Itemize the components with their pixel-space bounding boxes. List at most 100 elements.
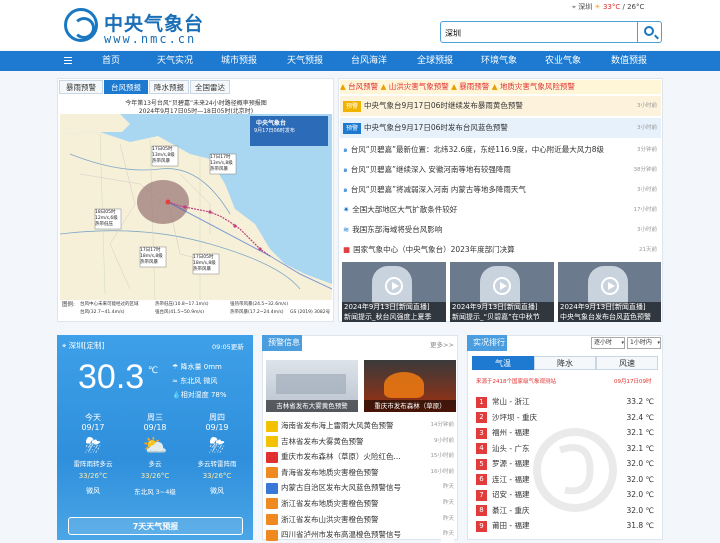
nav-global[interactable]: 全球预报 [410,51,460,71]
warning-time: 14分钟前 [430,422,455,428]
ranking-row[interactable]: 6 连江 - 福建 32.0 ℃ [476,472,658,488]
warning-item[interactable]: 海南省发布海上雷雨大风黄色预警 14分钟前 [266,418,456,434]
ranking-row[interactable]: 2 沙坪坝 - 重庆 32.4 ℃ [476,410,658,426]
nav-observation[interactable]: 天气实况 [150,51,200,71]
nav-city-forecast[interactable]: 城市预报 [214,51,264,71]
probability-area [137,180,189,224]
tab-radar[interactable]: 全国雷达 [190,80,230,94]
day-wind: 微风 [210,487,224,495]
news-title: 我国东部海域将受台风影响 [352,225,443,234]
news-item[interactable]: ✷ 全国大部地区大气扩散条件较好 17小时前 [340,200,661,220]
alert-flash-flood[interactable]: 山洪灾害气象预警 [389,82,449,91]
warning-item[interactable]: 青海省发布地质灾害橙色预警 16小时前 [266,465,456,481]
play-icon [493,277,511,295]
ranking-row[interactable]: 3 福州 - 福建 32.1 ℃ [476,425,658,441]
alert-rainstorm[interactable]: 暴雨预警 [459,82,489,91]
video-thumb[interactable]: 2024年9月13日[新闻直播] 中央气象台发布台风蓝色预警 [558,262,661,322]
seven-day-forecast-button[interactable]: 7天天气预报 [68,517,243,535]
warning-item[interactable]: 四川省泸州市发布高温橙色预警信号 昨天 [266,527,456,543]
video-thumb[interactable]: 2024年9月13日[新闻直播] 新闻提示_秋台风强度上夏季 [342,262,446,322]
alert-icon: ▲ [340,82,346,91]
map-info-5: 17日05时 18m/s,8级 热带风暴 [193,255,216,272]
more-link[interactable]: 更多>> [430,339,454,349]
ranking-row[interactable]: 7 诏安 - 福建 32.0 ℃ [476,487,658,503]
period-select[interactable]: 逐小时 ▾ [591,337,625,349]
warning-item[interactable]: 重庆市发布森林（草原）火险红色... 15小时前 [266,449,456,465]
photo-caption: 吉林省发布大雾黄色预警 [266,400,358,412]
tab-typhoon[interactable]: 台风预报 [104,80,148,94]
rank-value: 32.1 ℃ [626,428,654,437]
news-item[interactable]: 预警 中央气象台9月17日06时继续发布暴雨黄色预警 3小时前 [340,96,661,116]
video-caption: 2024年9月13日[新闻直播] [342,302,446,312]
video-thumb[interactable]: 2024年9月13日[新闻直播] 新闻提示_“贝碧嘉”在中秋节 [450,262,554,322]
news-item[interactable]: ๑台风“贝碧嘉”继续深入 安徽河南等地有较强降雨 38分钟前 [340,160,661,180]
tab-wind-speed[interactable]: 风速 [596,356,658,370]
rank-value: 32.0 ℃ [626,505,654,515]
forecast-day[interactable]: 今天 09/17 ⛈ 雷阵雨转多云 33/26°C 微风 [62,408,124,512]
warning-level-icon [266,420,278,432]
rank-value: 32.4 ℃ [626,412,654,422]
nmc-logo-icon[interactable] [64,8,98,42]
rank-number: 6 [476,474,487,485]
thunderstorm-icon: ⛈ [209,433,225,457]
ranking-row[interactable]: 5 罗源 - 福建 32.0 ℃ [476,456,658,472]
forecast-day[interactable]: 周四 09/19 ⛈ 多云转雷阵雨 33/26°C 微风 [186,408,248,512]
weather-city-name: 深圳[定制] [68,341,105,350]
warning-item[interactable]: 浙江省发布山洪灾害橙色预警 昨天 [266,512,456,528]
warning-item[interactable]: 吉林省发布大雾黄色预警 9小时前 [266,434,456,450]
warning-photo[interactable]: 重庆市发布森林（草原） [364,360,456,412]
menu-icon[interactable] [64,57,72,64]
alert-typhoon[interactable]: 台风预警 [348,82,378,91]
news-item[interactable]: ๑台风“贝碧嘉”最新位置：北纬32.6度，东经116.9度，中心附近最大风力8级… [340,140,661,160]
map-logo-date: 9月17日06时发布 [254,128,295,134]
weather-city[interactable]: ⌖ 深圳[定制] [62,340,104,351]
news-item[interactable]: 预警 中央气象台9月17日06时发布台风蓝色预警 3小时前 [340,118,661,138]
map-info-1: 17日05时 13m/s,8级 热带风暴 [152,147,175,164]
sun-icon: ☀ [594,3,601,11]
rank-number: 9 [476,520,487,532]
nav-typhoon[interactable]: 台风海洋 [344,51,394,71]
ranking-row[interactable]: 8 綦江 - 重庆 32.0 ℃ [476,503,658,519]
ranking-row[interactable]: 9 莆田 - 福建 31.8 ℃ [476,518,658,534]
humidity: 相对湿度 78% [180,391,227,399]
ranking-row[interactable]: 1 常山 - 浙江 33.2 ℃ [476,394,658,410]
sun-icon: ✷ [343,205,350,214]
search-button[interactable] [637,22,661,42]
tab-precipitation[interactable]: 降水预报 [149,80,189,94]
rank-value: 32.0 ℃ [626,474,654,484]
warning-photo[interactable]: 吉林省发布大雾黄色预警 [266,360,358,412]
tab-rainfall[interactable]: 降水 [534,356,596,370]
news-time: 3分钟前 [635,140,657,160]
news-item[interactable]: ≋ 我国东部海域将受台风影响 3小时前 [340,220,661,240]
search-input[interactable] [445,26,635,40]
warning-item[interactable]: 内蒙古自治区发布大风蓝色预警信号 昨天 [266,480,456,496]
legend-label: 图例: [62,302,75,308]
news-time: 17小时前 [633,207,658,213]
nav-environment[interactable]: 环境气象 [474,51,524,71]
nav-agriculture[interactable]: 农业气象 [538,51,588,71]
day-temp: 33/26°C [202,472,232,480]
alert-geologic[interactable]: 地质灾害气象风险预警 [500,82,575,91]
top-weather[interactable]: ⌖ 深圳 ☀ 33°C / 26°C [572,2,644,12]
tab-rainstorm[interactable]: 暴雨预警 [59,80,103,94]
warning-item[interactable]: 浙江省发布地质灾害橙色预警 昨天 [266,496,456,512]
ranking-row[interactable]: 4 汕头 - 广东 32.1 ℃ [476,441,658,457]
warning-time: 昨天 [442,515,454,522]
news-item[interactable]: ■ 国家气象中心（中央气象台）2023年度部门决算 21天前 [340,240,661,260]
news-title: 国家气象中心（中央气象台）2023年度部门决算 [353,245,515,254]
nav-home[interactable]: 首页 [86,51,136,71]
legend-td: 热带低压(10.8~17.1m/s) [155,302,209,307]
search-box [440,21,662,43]
wave-icon: ≋ [343,225,350,234]
tab-temperature[interactable]: 气温 [472,356,534,370]
range-select[interactable]: 1小时内 ▾ [627,337,661,349]
ranking-time: 09月17日09时 [614,379,652,385]
rank-value: 32.0 ℃ [626,490,654,499]
forecast-day[interactable]: 周三 09/18 ⛅ 多云 33/26°C 东北风 3~4级 [124,408,186,512]
nav-weather-forecast[interactable]: 天气预报 [280,51,330,71]
news-item[interactable]: ๑台风“贝碧嘉”将减弱深入河南 内蒙古等地多降雨天气 3小时前 [340,180,661,200]
news-title: 台风“贝碧嘉”将减弱深入河南 内蒙古等地多降雨天气 [350,185,526,194]
warning-time: 昨天 [442,499,454,506]
thunderstorm-icon: ⛈ [85,433,101,457]
nav-numerical[interactable]: 数值预报 [604,51,654,71]
